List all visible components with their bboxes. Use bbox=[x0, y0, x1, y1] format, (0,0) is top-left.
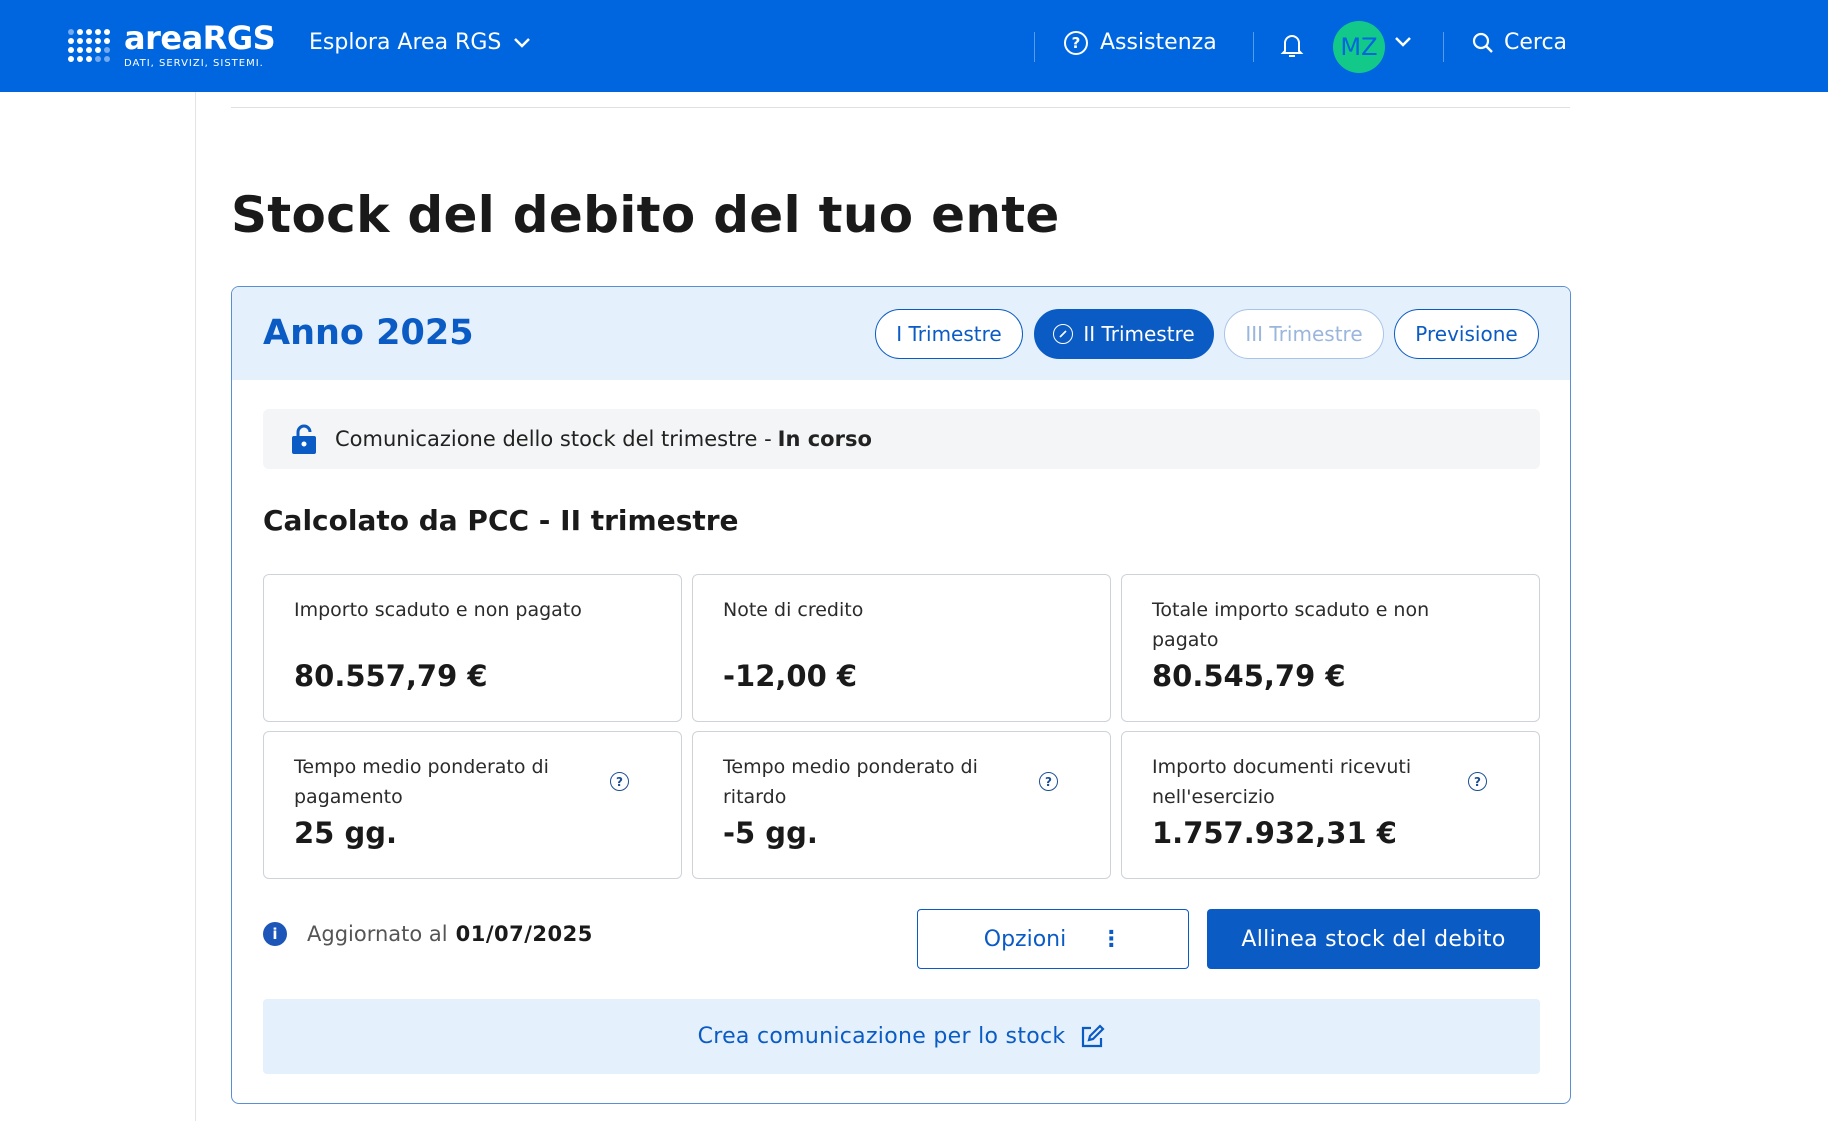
tab-label: Previsione bbox=[1415, 322, 1518, 346]
tab-i-trimestre[interactable]: I Trimestre bbox=[875, 309, 1023, 359]
search-button[interactable]: Cerca bbox=[1472, 30, 1567, 55]
edit-square-icon bbox=[1082, 1023, 1105, 1047]
status-text: Comunicazione dello stock del trimestre … bbox=[335, 427, 772, 451]
card-header: Anno 2025 I Trimestre II Trimestre III T… bbox=[232, 287, 1570, 380]
tile-label: Totale importo scaduto e non pagato bbox=[1152, 599, 1430, 651]
header-divider bbox=[1253, 32, 1254, 62]
chevron-down-icon bbox=[514, 37, 531, 48]
tile-value: -12,00 € bbox=[723, 659, 858, 693]
updated-label: Aggiornato al bbox=[307, 922, 448, 946]
more-vertical-icon: ⋮ bbox=[1100, 926, 1123, 952]
tile-importo-documenti: Importo documenti ricevuti nell'esercizi… bbox=[1121, 731, 1540, 879]
tile-totale-importo: Totale importo scaduto e non pagato 80.5… bbox=[1121, 574, 1540, 722]
help-circle-icon[interactable]: ? bbox=[1468, 772, 1487, 791]
sidebar-divider bbox=[195, 92, 196, 1121]
section-title: Calcolato da PCC - II trimestre bbox=[263, 504, 739, 537]
tile-label: Importo scaduto e non pagato bbox=[294, 599, 582, 621]
logo-wordmark: areaRGS bbox=[124, 19, 276, 57]
tile-value: 80.545,79 € bbox=[1152, 659, 1346, 693]
year-stock-card: Anno 2025 I Trimestre II Trimestre III T… bbox=[231, 286, 1571, 1104]
last-updated: i Aggiornato al 01/07/2025 bbox=[263, 922, 593, 946]
logo-dots-icon bbox=[68, 29, 110, 62]
tile-label: Tempo medio ponderato di pagamento bbox=[294, 756, 549, 808]
stock-status-banner: Comunicazione dello stock del trimestre … bbox=[263, 409, 1540, 469]
tile-value: 1.757.932,31 € bbox=[1152, 816, 1397, 850]
header-divider bbox=[1443, 32, 1444, 62]
tab-iii-trimestre: III Trimestre bbox=[1224, 309, 1384, 359]
updated-date: 01/07/2025 bbox=[455, 922, 593, 946]
tile-label: Note di credito bbox=[723, 599, 864, 621]
tile-label: Importo documenti ricevuti nell'esercizi… bbox=[1152, 756, 1412, 808]
tile-value: 25 gg. bbox=[294, 816, 397, 850]
user-avatar[interactable]: MZ bbox=[1333, 21, 1385, 73]
help-circle-icon: ? bbox=[1064, 30, 1088, 55]
options-button[interactable]: Opzioni ⋮ bbox=[917, 909, 1189, 969]
content-divider bbox=[231, 107, 1570, 108]
page-title: Stock del debito del tuo ente bbox=[231, 186, 1060, 244]
lock-icon bbox=[292, 424, 316, 454]
tab-label: III Trimestre bbox=[1245, 322, 1363, 346]
tile-value: -5 gg. bbox=[723, 816, 818, 850]
assistance-link[interactable]: ? Assistenza bbox=[1064, 30, 1217, 55]
search-label: Cerca bbox=[1504, 30, 1568, 55]
tab-previsione[interactable]: Previsione bbox=[1394, 309, 1539, 359]
tile-label: Tempo medio ponderato di ritardo bbox=[723, 756, 978, 808]
search-icon bbox=[1472, 32, 1493, 53]
logo-tagline: DATI, SERVIZI, SISTEMI. bbox=[124, 58, 264, 69]
edit-pencil-icon bbox=[1053, 324, 1074, 344]
notifications-bell-icon[interactable] bbox=[1280, 32, 1304, 64]
tile-importo-scaduto: Importo scaduto e non pagato 80.557,79 € bbox=[263, 574, 682, 722]
status-value: In corso bbox=[777, 427, 872, 451]
header-divider bbox=[1034, 32, 1035, 62]
create-communication-button[interactable]: Crea comunicazione per lo stock bbox=[263, 999, 1540, 1074]
area-rgs-logo[interactable]: areaRGS DATI, SERVIZI, SISTEMI. bbox=[68, 19, 276, 69]
tile-note-credito: Note di credito -12,00 € bbox=[692, 574, 1111, 722]
chevron-down-icon[interactable] bbox=[1394, 36, 1412, 48]
assistance-label: Assistenza bbox=[1100, 30, 1217, 55]
help-circle-icon[interactable]: ? bbox=[1039, 772, 1058, 791]
options-label: Opzioni bbox=[983, 926, 1067, 952]
explore-menu-button[interactable]: Esplora Area RGS bbox=[309, 30, 531, 55]
create-communication-label: Crea comunicazione per lo stock bbox=[697, 1024, 1066, 1049]
explore-menu-label: Esplora Area RGS bbox=[309, 30, 502, 55]
info-icon: i bbox=[263, 922, 287, 946]
year-title: Anno 2025 bbox=[263, 313, 474, 353]
align-stock-button[interactable]: Allinea stock del debito bbox=[1207, 909, 1540, 969]
top-navigation-bar: areaRGS DATI, SERVIZI, SISTEMI. Esplora … bbox=[0, 0, 1828, 92]
tile-tempo-ritardo: Tempo medio ponderato di ritardo ? -5 gg… bbox=[692, 731, 1111, 879]
help-circle-icon[interactable]: ? bbox=[610, 772, 629, 791]
tab-label: I Trimestre bbox=[896, 322, 1002, 346]
tab-label: II Trimestre bbox=[1083, 322, 1195, 346]
tab-ii-trimestre[interactable]: II Trimestre bbox=[1034, 309, 1214, 359]
tile-tempo-pagamento: Tempo medio ponderato di pagamento ? 25 … bbox=[263, 731, 682, 879]
tile-value: 80.557,79 € bbox=[294, 659, 488, 693]
